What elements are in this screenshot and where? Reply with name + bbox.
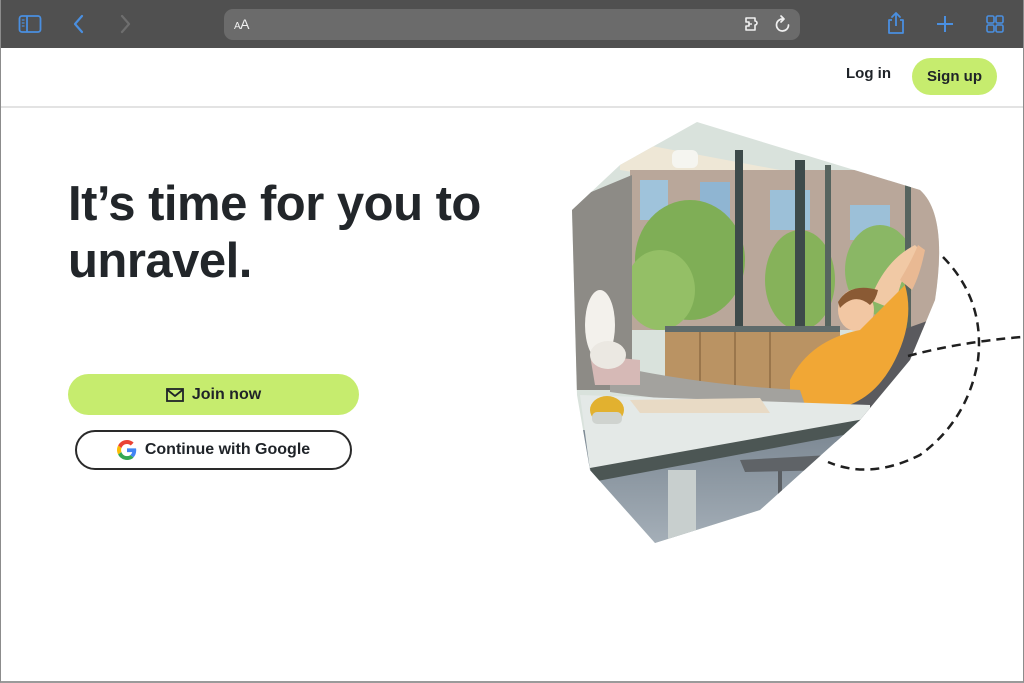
sidebar-icon[interactable]	[18, 12, 42, 36]
reader-text-size-button[interactable]: AA	[234, 16, 250, 32]
headline-line-1: It’s time for you to	[68, 177, 481, 231]
address-bar[interactable]: AA	[224, 9, 800, 40]
share-icon	[888, 12, 904, 34]
chevron-left-icon	[73, 14, 84, 34]
login-link[interactable]: Log in	[846, 65, 891, 82]
site-header: Log in Sign up	[0, 48, 1024, 108]
headline-line-2: unravel.	[68, 234, 252, 288]
share-button[interactable]	[884, 11, 908, 35]
google-label: Continue with Google	[144, 441, 311, 458]
office-photo	[572, 122, 940, 543]
signup-button[interactable]: Sign up	[912, 58, 997, 95]
extension-icon[interactable]	[744, 15, 764, 37]
plus-icon	[937, 16, 953, 32]
new-tab-button[interactable]	[933, 12, 957, 36]
decorative-dashed-loop	[827, 256, 1023, 471]
reload-icon[interactable]	[774, 14, 792, 38]
back-button[interactable]	[67, 12, 91, 36]
join-now-label: Join now	[191, 385, 262, 403]
envelope-icon	[165, 387, 184, 402]
google-logo-icon	[116, 440, 137, 460]
hero-headline: It’s time for you to unravel.	[68, 176, 538, 290]
tab-overview-icon	[986, 15, 1004, 33]
continue-with-google-button[interactable]: Continue with Google	[75, 430, 352, 470]
ceiling-light	[672, 150, 698, 168]
chevron-right-icon	[120, 14, 131, 34]
join-now-button[interactable]: Join now	[68, 374, 359, 415]
tab-overview-button[interactable]	[983, 12, 1007, 36]
forward-button[interactable]	[113, 12, 137, 36]
browser-toolbar: AA	[0, 0, 1024, 48]
